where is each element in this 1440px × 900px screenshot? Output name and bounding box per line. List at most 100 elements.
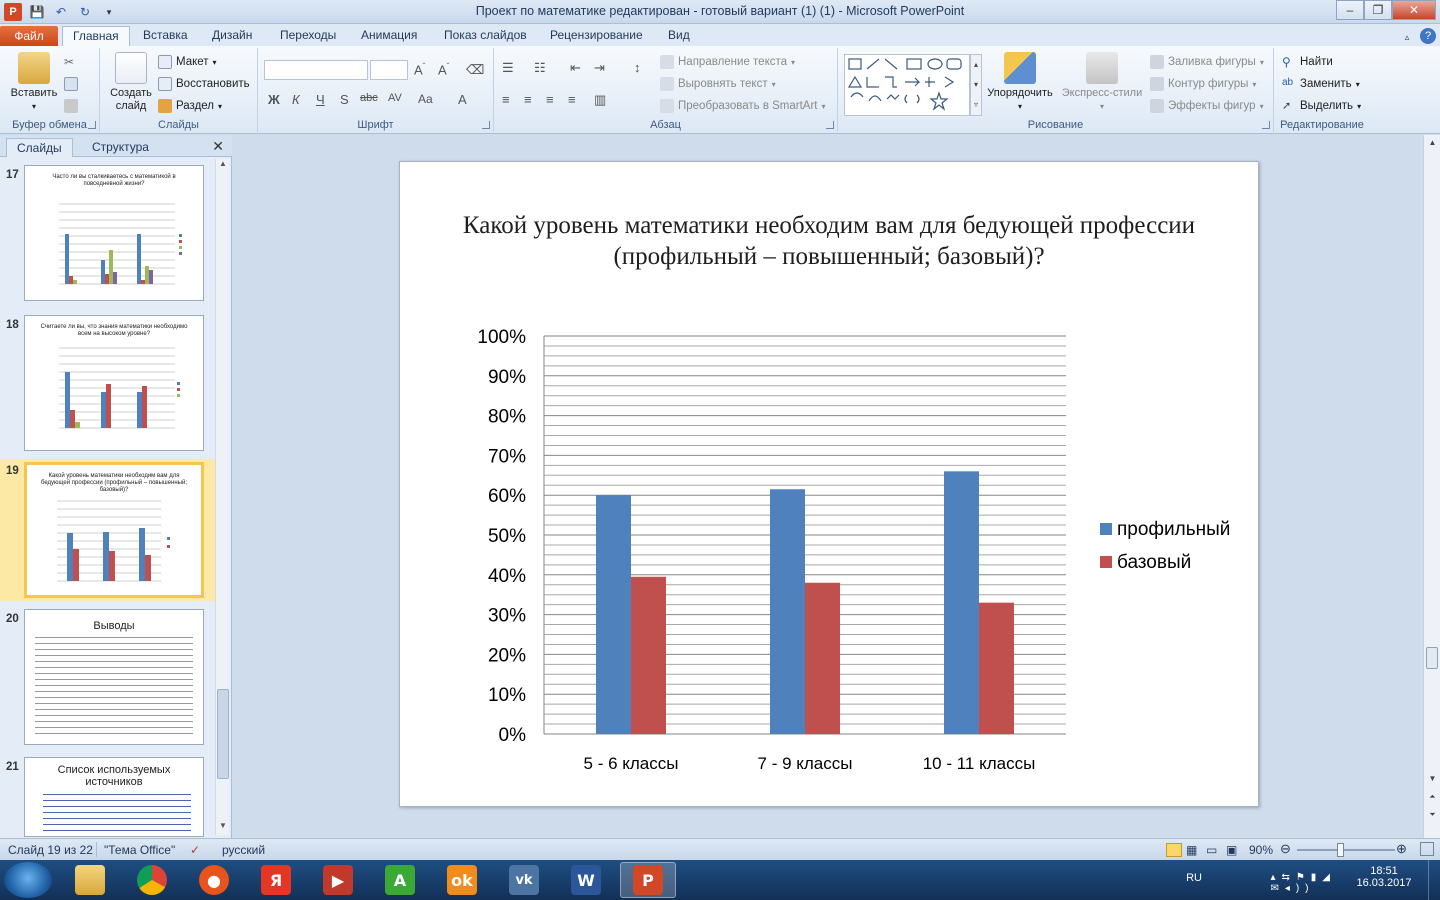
reading-view-icon[interactable]: ▭ [1206,843,1217,857]
zoom-slider[interactable] [1297,849,1395,851]
font-color-icon[interactable]: A [458,92,467,107]
tab-design[interactable]: Дизайн [212,28,252,42]
section-button[interactable]: Раздел ▾ [158,96,222,116]
show-desktop-button[interactable] [1428,860,1440,900]
slide-thumb-18[interactable]: 18 Считаете ли вы, что знания математики… [0,313,216,455]
zoom-out-icon[interactable]: ⊖ [1280,841,1291,857]
zoom-in-icon[interactable]: ⊕ [1396,841,1407,857]
grow-font-icon[interactable]: Aˆ [414,62,425,77]
slide-thumb-20[interactable]: 20 Выводы [0,605,216,747]
panel-close-icon[interactable]: ✕ [212,138,224,155]
tab-slideshow[interactable]: Показ слайдов [444,28,527,42]
clipboard-launcher-icon[interactable] [88,121,96,129]
quick-styles-button[interactable]: Экспресс-стили ▾ [1060,52,1144,113]
paste-button[interactable]: Вставить ▾ [6,52,62,113]
strikethrough-icon[interactable]: abc [360,92,378,104]
italic-icon[interactable]: К [292,92,300,107]
align-center-icon[interactable]: ≡ [524,92,532,107]
align-text-button[interactable]: Выровнять текст ▾ [660,74,776,94]
taskbar-media-player[interactable]: ● [186,862,242,898]
arrange-button[interactable]: Упорядочить ▾ [984,52,1056,113]
text-direction-button[interactable]: Направление текста ▾ [660,52,795,72]
tab-home[interactable]: Главная [62,26,130,47]
numbering-icon[interactable]: ☷ [534,60,546,76]
shape-fill-button[interactable]: Заливка фигуры ▾ [1150,52,1264,72]
font-size-dropdown[interactable] [370,60,408,80]
scroll-down-icon[interactable]: ▼ [216,821,230,835]
slide-thumb-19[interactable]: 19 Какой уровень математики необходим ва… [0,459,216,601]
cut-button[interactable]: ✂ [64,52,78,72]
increase-indent-icon[interactable]: ⇥ [594,60,605,76]
taskbar-chrome[interactable] [124,862,180,898]
line-spacing-icon[interactable]: ↕ [634,60,641,75]
reset-button[interactable]: Восстановить [158,74,250,94]
editor-scrollbar[interactable]: ▲ ▼ ⏶ ⏷ [1423,135,1440,838]
zoom-slider-knob[interactable] [1337,843,1344,857]
justify-icon[interactable]: ≡ [568,92,576,107]
clear-format-icon[interactable]: ⌫ [466,62,484,78]
align-left-icon[interactable]: ≡ [502,92,510,107]
minimize-button[interactable]: – [1336,0,1364,20]
shrink-font-icon[interactable]: Aˇ [438,62,449,77]
drawing-launcher-icon[interactable] [1262,121,1270,129]
taskbar-odnoklassniki[interactable]: ok [434,862,490,898]
editor-scroll-thumb[interactable] [1426,647,1438,669]
panel-scroll-thumb[interactable] [217,689,229,779]
taskbar-video[interactable]: ▶ [310,862,366,898]
scroll-up-icon[interactable]: ▲ [216,159,230,173]
tab-slides-panel[interactable]: Слайды [6,138,73,157]
shadow-icon[interactable]: S [340,92,349,107]
taskbar-explorer[interactable] [62,862,118,898]
panel-scrollbar[interactable]: ▲ ▼ [215,159,229,835]
underline-icon[interactable]: Ч [316,92,325,107]
char-spacing-icon[interactable]: AV [388,92,402,104]
next-slide-icon[interactable]: ⏷ [1424,807,1440,823]
replace-button[interactable]: ab Заменить ▾ [1282,74,1360,94]
help-icon[interactable]: ? [1420,28,1436,44]
decrease-indent-icon[interactable]: ⇤ [570,60,581,76]
clock[interactable]: 18:51 16.03.2017 [1354,865,1414,889]
close-button[interactable]: ✕ [1392,0,1436,20]
layout-button[interactable]: Макет ▾ [158,52,217,72]
minimize-ribbon-icon[interactable]: ▵ [1398,28,1416,46]
taskbar-app-a[interactable]: A [372,862,428,898]
copy-button[interactable] [64,74,78,94]
smartart-button[interactable]: Преобразовать в SmartArt ▾ [660,96,826,116]
tab-outline-panel[interactable]: Структура [82,138,159,157]
bar-chart[interactable]: 0% 10% 20% 30% 40% 50% 60% 70% 80% 90% 100% 5 - 6 к… [400,162,1260,808]
format-painter-button[interactable] [64,96,78,116]
font-name-dropdown[interactable] [264,60,368,80]
fit-to-window-icon[interactable] [1420,842,1434,856]
shapes-gallery[interactable] [844,54,970,116]
tray-icons[interactable]: ▴⇆⚑▮◢✉◂)) [1270,872,1336,894]
language[interactable]: русский [222,843,265,857]
taskbar-yandex[interactable]: Я [248,862,304,898]
tab-file[interactable]: Файл [0,26,58,46]
find-button[interactable]: ⚲ Найти [1282,52,1333,72]
start-button[interactable] [4,862,52,898]
spellcheck-icon[interactable]: ✓ [190,843,200,857]
normal-view-icon[interactable] [1166,843,1182,857]
slide-sorter-icon[interactable]: ▦ [1186,843,1197,857]
new-slide-button[interactable]: Создать слайд [106,52,156,113]
paragraph-launcher-icon[interactable] [826,121,834,129]
shapes-gallery-scroll[interactable]: ▴ ▾ ▿ [970,54,982,116]
zoom-level[interactable]: 90% [1249,843,1273,857]
align-right-icon[interactable]: ≡ [546,92,554,107]
editor-scroll-up-icon[interactable]: ▲ [1424,135,1440,151]
editor-scroll-down-icon[interactable]: ▼ [1424,771,1440,787]
shape-effects-button[interactable]: Эффекты фигур ▾ [1150,96,1264,116]
current-slide[interactable]: Какой уровень математики необходим вам д… [399,161,1259,807]
slideshow-view-icon[interactable]: ▣ [1226,843,1237,857]
bullets-icon[interactable]: ☰ [502,60,514,76]
tab-animation[interactable]: Анимация [361,28,417,42]
taskbar-word[interactable]: W [558,862,614,898]
restore-button[interactable]: ❐ [1364,0,1392,20]
taskbar-vk[interactable]: vk [496,862,552,898]
tab-review[interactable]: Рецензирование [550,28,643,42]
change-case-icon[interactable]: Aa [418,92,433,106]
slide-thumb-21[interactable]: 21 Список используемых источников [0,753,216,843]
columns-icon[interactable]: ▥ [594,92,606,108]
taskbar-powerpoint[interactable]: P [620,862,676,898]
language-indicator[interactable]: RU [1186,872,1202,884]
